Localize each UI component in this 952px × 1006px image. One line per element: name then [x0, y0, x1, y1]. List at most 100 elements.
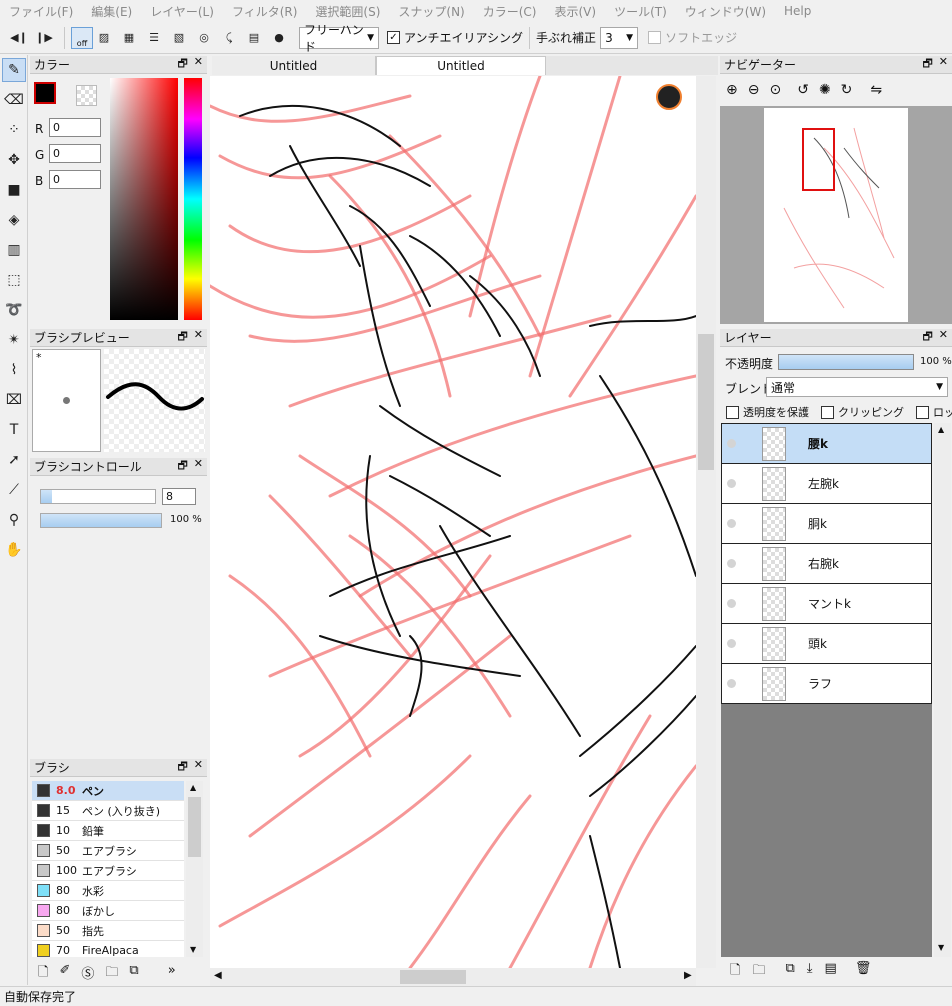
menu-file[interactable]: ファイル(F) — [0, 3, 82, 20]
menu-layer[interactable]: レイヤー(L) — [141, 3, 223, 20]
zoom-in-icon[interactable]: ⊕ — [726, 82, 738, 98]
zoom-reset-icon[interactable]: ⊙ — [769, 82, 781, 98]
magic-wand-tool-icon[interactable]: ✴ — [2, 328, 26, 352]
rotate-left-icon[interactable]: ↺ — [797, 82, 809, 98]
scroll-up-icon[interactable]: ▲ — [938, 425, 944, 434]
operation-tool-icon[interactable]: ➚ — [2, 448, 26, 472]
visibility-eye-icon[interactable] — [722, 519, 740, 528]
menu-color[interactable]: カラー(C) — [474, 3, 546, 20]
layer-item[interactable]: マントk — [721, 584, 932, 624]
visibility-eye-icon[interactable] — [722, 599, 740, 608]
menu-selection[interactable]: 選択範囲(S) — [306, 3, 389, 20]
select-pen-tool-icon[interactable]: ⌇ — [2, 358, 26, 382]
scroll-down-icon[interactable]: ▼ — [938, 943, 944, 952]
undock-icon[interactable]: 🗗 — [922, 328, 932, 347]
undock-icon[interactable]: 🗗 — [177, 457, 187, 476]
canvas-hscroll-thumb[interactable] — [400, 970, 466, 984]
scroll-left-icon[interactable]: ◀ — [214, 970, 222, 981]
move-tool-icon[interactable]: ✥ — [2, 148, 26, 172]
hand-tool-icon[interactable]: ✋ — [2, 538, 26, 562]
visibility-eye-icon[interactable] — [722, 559, 740, 568]
g-input[interactable]: 0 — [49, 144, 101, 163]
layer-item[interactable]: ラフ — [721, 664, 932, 704]
brush-item[interactable]: 80 水彩 — [32, 881, 184, 901]
snap-parallel-icon[interactable]: ▨ — [93, 27, 115, 49]
brush-item[interactable]: 100 エアブラシ — [32, 861, 184, 881]
layer-item[interactable]: 左腕k — [721, 464, 932, 504]
menu-view[interactable]: 表示(V) — [545, 3, 605, 20]
edit-brush-icon[interactable]: ✐ — [59, 963, 70, 985]
layer-list-scrollbar[interactable]: ▲ ▼ — [934, 423, 951, 957]
soft-edge-checkbox[interactable] — [648, 31, 662, 44]
scroll-up-icon[interactable]: ▲ — [190, 783, 196, 792]
lasso-tool-icon[interactable]: ➰ — [2, 298, 26, 322]
snap-dot-icon[interactable]: ● — [268, 27, 290, 49]
layer-item[interactable]: 右腕k — [721, 544, 932, 584]
lock-checkbox[interactable] — [916, 405, 929, 419]
close-icon[interactable]: ✕ — [194, 328, 203, 347]
snap-3d-icon[interactable]: ▤ — [243, 27, 265, 49]
eyedropper-tool-icon[interactable]: ⚲ — [2, 508, 26, 532]
antialias-checkbox[interactable]: ✓ — [387, 31, 400, 44]
navigator-viewport-rect[interactable] — [802, 128, 835, 191]
tab-untitled-2[interactable]: Untitled — [376, 56, 546, 75]
undock-icon[interactable]: 🗗 — [922, 55, 932, 74]
menu-window[interactable]: ウィンドウ(W) — [676, 3, 775, 20]
visibility-eye-icon[interactable] — [722, 479, 740, 488]
brush-size-slider[interactable] — [40, 489, 156, 504]
gradient-tool-icon[interactable]: ▥ — [2, 238, 26, 262]
brush-size-input[interactable]: 8 — [162, 488, 196, 505]
undock-icon[interactable]: 🗗 — [177, 328, 187, 347]
menu-tool[interactable]: ツール(T) — [605, 3, 676, 20]
undock-icon[interactable]: 🗗 — [177, 55, 187, 74]
brush-item[interactable]: 50 指先 — [32, 921, 184, 941]
b-input[interactable]: 0 — [49, 170, 101, 189]
transparent-color-swatch[interactable] — [76, 85, 97, 106]
more-icon[interactable]: » — [168, 963, 176, 985]
brush-item[interactable]: 15 ペン (入り抜き) — [32, 801, 184, 821]
navigator-view[interactable] — [720, 106, 952, 324]
new-brush-icon[interactable]: 🗋 — [38, 963, 48, 985]
r-input[interactable]: 0 — [49, 118, 101, 137]
visibility-eye-icon[interactable] — [722, 439, 740, 448]
snap-curve-icon[interactable]: ⤹ — [218, 27, 240, 49]
step-forward-button[interactable]: ❙▶ — [33, 27, 55, 49]
dot-tool-icon[interactable]: ⁘ — [2, 118, 26, 142]
close-icon[interactable]: ✕ — [194, 758, 203, 777]
rotate-right-icon[interactable]: ↻ — [841, 82, 853, 98]
snap-off-button[interactable]: off — [71, 26, 93, 49]
divide-tool-icon[interactable]: ⟋ — [2, 478, 26, 502]
bucket-tool-icon[interactable]: ◈ — [2, 208, 26, 232]
brush-opacity-slider[interactable] — [40, 513, 162, 528]
hue-slider[interactable] — [184, 78, 202, 320]
pen-tool-icon[interactable]: ✎ — [2, 58, 26, 82]
snap-circle-icon[interactable]: ◎ — [193, 27, 215, 49]
snap-cross-icon[interactable]: ☰ — [143, 27, 165, 49]
select-eraser-tool-icon[interactable]: ⌧ — [2, 388, 26, 412]
brush-item[interactable]: 10 鉛筆 — [32, 821, 184, 841]
duplicate-brush-icon[interactable]: ⧉ — [129, 963, 138, 985]
foreground-color-swatch[interactable] — [34, 82, 56, 104]
trash-icon[interactable]: 🗑 — [855, 961, 872, 983]
brush-item[interactable]: 50 エアブラシ — [32, 841, 184, 861]
close-icon[interactable]: ✕ — [194, 457, 203, 476]
visibility-eye-icon[interactable] — [722, 639, 740, 648]
eraser-tool-icon[interactable]: ⌫ — [2, 88, 26, 112]
folder-icon[interactable]: 🗀 — [105, 963, 118, 985]
layer-item[interactable]: 腰k — [721, 424, 932, 464]
clipping-checkbox[interactable] — [821, 405, 834, 419]
tab-untitled-1[interactable]: Untitled — [212, 56, 376, 75]
new-folder-icon[interactable]: 🗀 — [752, 961, 765, 983]
protect-alpha-checkbox[interactable] — [726, 405, 739, 419]
canvas-vscroll-thumb[interactable] — [698, 334, 714, 470]
duplicate-layer-icon[interactable]: ⧉ — [785, 961, 794, 983]
zoom-out-icon[interactable]: ⊖ — [748, 82, 760, 98]
script-brush-icon[interactable]: Ⓢ — [81, 963, 94, 985]
step-back-button[interactable]: ◀❙ — [8, 27, 30, 49]
menu-edit[interactable]: 編集(E) — [82, 3, 141, 20]
visibility-eye-icon[interactable] — [722, 679, 740, 688]
menu-snap[interactable]: スナップ(N) — [389, 3, 473, 20]
menu-filter[interactable]: フィルタ(R) — [223, 3, 306, 20]
canvas-horizontal-scrollbar[interactable]: ◀ ▶ — [210, 968, 696, 986]
stabilizer-select[interactable]: 3 ▼ — [600, 26, 639, 49]
